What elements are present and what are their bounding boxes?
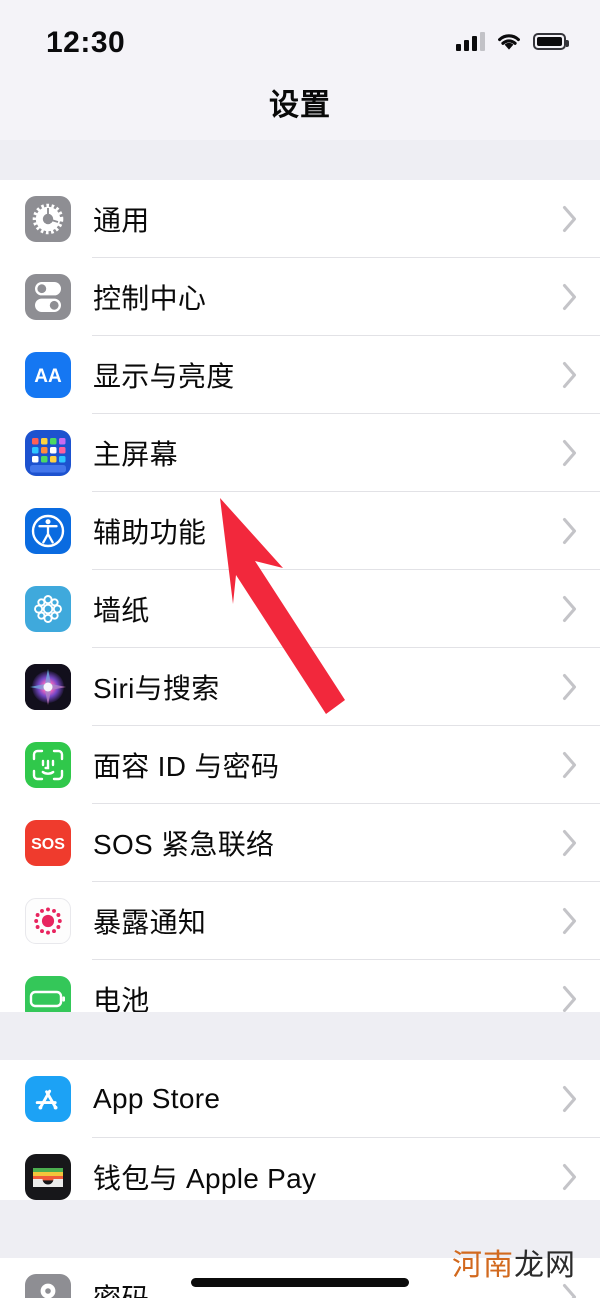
settings-row-display-brightness[interactable]: AA 显示与亮度 — [0, 336, 600, 414]
settings-row-label: 辅助功能 — [93, 517, 207, 548]
wallet-icon — [25, 1154, 71, 1200]
home-indicator-bar[interactable] — [191, 1278, 409, 1287]
settings-row-label: 显示与亮度 — [93, 361, 235, 392]
settings-group-system: 通用 控制中心 AA 显示与亮度 主屏幕 辅助功能 墙纸 Siri与搜索 面容 … — [0, 180, 600, 1116]
chevron-right-icon — [562, 205, 578, 233]
accessibility-icon — [25, 508, 71, 554]
settings-row-label: 通用 — [93, 205, 150, 236]
watermark-secondary: 龙网 — [514, 1249, 576, 1282]
page-title: 设置 — [269, 89, 331, 122]
chevron-right-icon — [562, 829, 578, 857]
chevron-right-icon — [562, 1085, 578, 1113]
battery-full-icon — [533, 32, 569, 50]
settings-row-accessibility[interactable]: 辅助功能 — [0, 492, 600, 570]
iphone-settings-screen: 12:30 设置 通用 控制中心 AA 显示与亮度 主屏幕 辅助功能 墙纸 Si… — [0, 0, 600, 1298]
gear-icon — [25, 196, 71, 242]
chevron-right-icon — [562, 283, 578, 311]
settings-row-home-screen[interactable]: 主屏幕 — [0, 414, 600, 492]
chevron-right-icon — [562, 439, 578, 467]
settings-row-label: SOS 紧急联络 — [93, 829, 275, 860]
sos-icon: SOS — [25, 820, 71, 866]
settings-row-wallpaper[interactable]: 墙纸 — [0, 570, 600, 648]
settings-row-label: 主屏幕 — [93, 439, 178, 470]
aa-text-icon: AA — [25, 352, 71, 398]
section-gap-top — [0, 140, 600, 180]
settings-row-face-id-passcode[interactable]: 面容 ID 与密码 — [0, 726, 600, 804]
section-gap-1 — [0, 1012, 600, 1060]
svg-text:AA: AA — [34, 366, 62, 387]
app-grid-icon — [25, 430, 71, 476]
face-id-icon — [25, 742, 71, 788]
settings-row-label: Siri与搜索 — [93, 673, 220, 704]
chevron-right-icon — [562, 1283, 578, 1298]
app-store-icon — [25, 1076, 71, 1122]
chevron-right-icon — [562, 1163, 578, 1191]
chevron-right-icon — [562, 751, 578, 779]
status-bar-clock: 12:30 — [46, 26, 126, 59]
settings-row-label: 钱包与 Apple Pay — [93, 1163, 317, 1194]
status-bar: 12:30 — [0, 0, 600, 62]
toggles-icon — [25, 274, 71, 320]
chevron-right-icon — [562, 517, 578, 545]
settings-row-label: 密码 — [93, 1277, 150, 1298]
settings-row-general[interactable]: 通用 — [0, 180, 600, 258]
navigation-header: 12:30 设置 — [0, 0, 600, 140]
settings-row-siri-search[interactable]: Siri与搜索 — [0, 648, 600, 726]
settings-row-label: 暴露通知 — [93, 907, 207, 938]
settings-row-control-center[interactable]: 控制中心 — [0, 258, 600, 336]
chevron-right-icon — [562, 361, 578, 389]
watermark-primary: 河南 — [452, 1249, 514, 1282]
chevron-right-icon — [562, 595, 578, 623]
exposure-icon — [25, 898, 71, 944]
settings-group-store: App Store 钱包与 Apple Pay — [0, 1060, 600, 1216]
settings-row-exposure-notifications[interactable]: 暴露通知 — [0, 882, 600, 960]
wallpaper-icon — [25, 586, 71, 632]
key-icon — [25, 1274, 71, 1298]
chevron-right-icon — [562, 985, 578, 1013]
watermark: 河南龙网 — [452, 1240, 576, 1284]
settings-row-emergency-sos[interactable]: SOS SOS 紧急联络 — [0, 804, 600, 882]
settings-row-label: 面容 ID 与密码 — [93, 751, 280, 782]
status-bar-indicators — [456, 28, 569, 54]
settings-row-label: 墙纸 — [93, 595, 150, 626]
settings-row-label: 控制中心 — [93, 283, 207, 314]
cellular-signal-icon — [456, 31, 485, 51]
settings-row-label: App Store — [93, 1083, 221, 1114]
settings-row-app-store[interactable]: App Store — [0, 1060, 600, 1138]
chevron-right-icon — [562, 673, 578, 701]
siri-icon — [25, 664, 71, 710]
wifi-icon — [496, 32, 522, 51]
svg-text:SOS: SOS — [31, 836, 65, 853]
chevron-right-icon — [562, 907, 578, 935]
